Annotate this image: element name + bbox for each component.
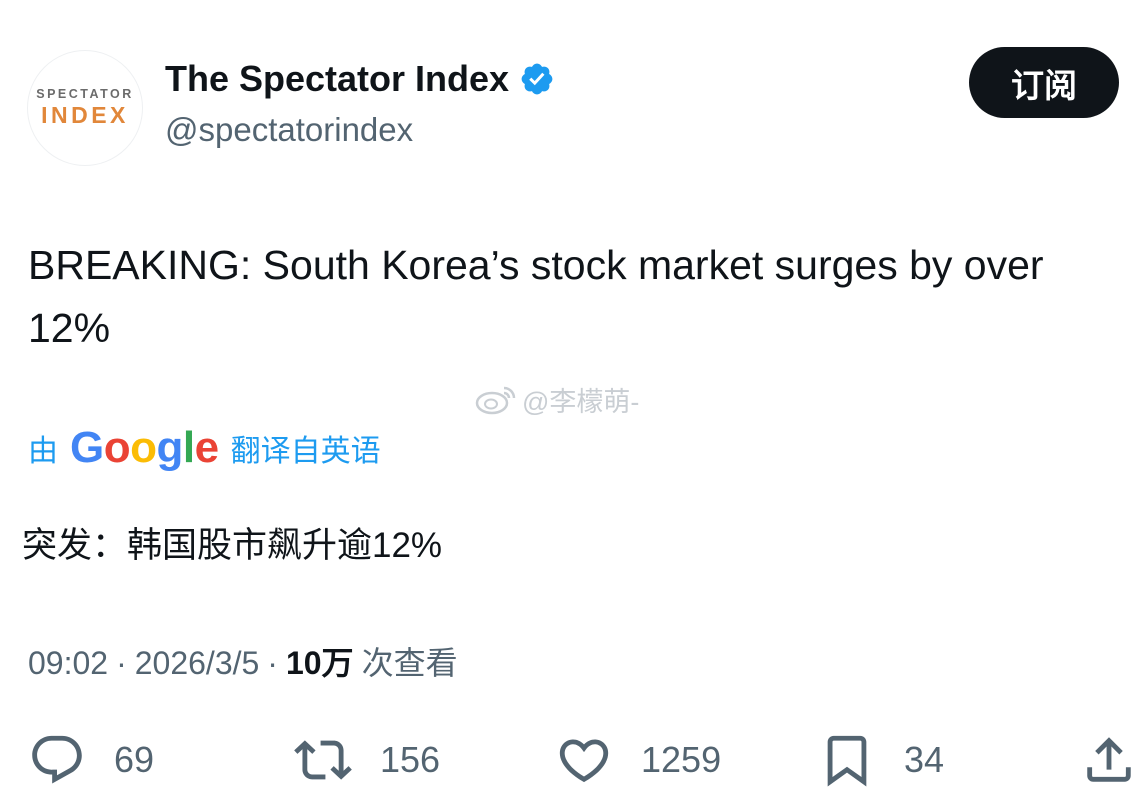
avatar-logo-bottom: INDEX: [41, 102, 129, 128]
heart-icon: [559, 739, 609, 783]
verified-badge-icon: [521, 63, 553, 95]
author-handle[interactable]: @spectatorindex: [165, 111, 413, 149]
google-letter: o: [103, 423, 131, 472]
google-letter: e: [194, 423, 219, 472]
translation-attribution[interactable]: 由 Google 翻译自英语: [28, 423, 381, 473]
translation-suffix: 翻译自英语: [230, 435, 381, 468]
repost-count: 156: [380, 739, 441, 780]
tweet-meta: 09:02 · 2026/3/5 · 10万 次查看: [28, 638, 458, 684]
google-letter: o: [130, 423, 157, 472]
tweet-date[interactable]: 2026/3/5: [135, 645, 260, 682]
weibo-icon: [475, 386, 516, 414]
avatar[interactable]: SPECTATOR INDEX: [27, 50, 143, 166]
repost-icon: [294, 740, 352, 780]
views-label: 次查看: [361, 645, 458, 681]
translation-prefix: 由: [28, 435, 58, 468]
views-count: 10万: [285, 645, 354, 681]
google-letter: G: [70, 423, 104, 472]
google-logo: Google: [70, 423, 219, 473]
like-button[interactable]: 1259: [555, 725, 721, 795]
author-name-row: The Spectator Index: [165, 58, 555, 100]
subscribe-button[interactable]: 订阅: [969, 47, 1119, 118]
translated-text: 突发：韩国股市飙升逾12%: [22, 526, 443, 565]
reply-count: 69: [114, 739, 155, 780]
watermark-text: @李檬萌-: [522, 387, 640, 417]
reply-button[interactable]: 69: [28, 725, 154, 795]
reply-icon: [32, 735, 82, 784]
tweet-time[interactable]: 09:02: [28, 645, 108, 682]
avatar-logo-top: SPECTATOR: [36, 87, 134, 101]
bookmark-button[interactable]: 34: [818, 725, 944, 795]
repost-button[interactable]: 156: [294, 725, 440, 795]
bookmark-icon: [827, 735, 867, 787]
google-letter: l: [182, 423, 195, 472]
like-count: 1259: [641, 739, 722, 780]
tweet-text: BREAKING: South Korea’s stock market sur…: [28, 242, 1044, 351]
share-icon: [1087, 737, 1131, 782]
bookmark-count: 34: [904, 739, 945, 780]
share-button[interactable]: [1080, 725, 1132, 795]
action-bar: 69 156 1259 34: [0, 725, 1132, 795]
meta-separator: ·: [267, 645, 278, 681]
watermark: @李檬萌-: [474, 380, 639, 419]
meta-separator: ·: [116, 645, 127, 681]
google-letter: g: [156, 423, 184, 472]
author-name[interactable]: The Spectator Index: [165, 58, 509, 100]
